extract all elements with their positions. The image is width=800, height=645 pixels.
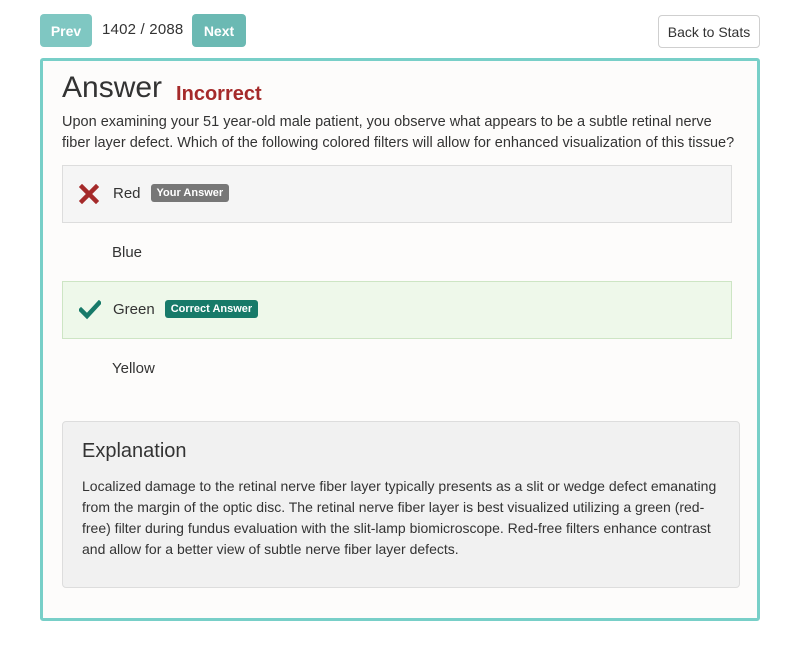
option-label: Red Your Answer [113,184,230,203]
navigation-toolbar: Prev 1402 / 2088 Next Back to Stats [40,14,760,48]
option-label: Green Correct Answer [113,300,259,319]
result-status: Incorrect [176,83,262,105]
option-green[interactable]: Green Correct Answer [62,281,732,339]
page-title: Answer [62,71,163,104]
prev-button[interactable]: Prev [40,14,92,47]
option-text: Green [113,300,155,318]
option-text: Blue [112,243,143,261]
option-label: Yellow [112,360,155,377]
explanation-text: Localized damage to the retinal nerve fi… [82,478,717,557]
explanation-panel: Explanation Localized damage to the reti… [62,421,740,588]
option-text: Yellow [112,359,155,377]
question-counter: 1402 / 2088 [102,21,184,38]
option-blue[interactable]: Blue [62,223,732,281]
option-label: Blue [112,244,142,261]
title-row: Answer Incorrect [62,71,262,105]
answer-options: Red Your Answer Blue Green Correct Answer … [62,165,732,397]
question-text: Upon examining your 51 year-old male pat… [62,114,735,151]
correct-answer-badge: Correct Answer [164,300,259,319]
next-button[interactable]: Next [192,14,246,47]
option-yellow[interactable]: Yellow [62,339,732,397]
answer-card: Answer Incorrect Upon examining your 51 … [40,58,760,621]
back-to-stats-button[interactable]: Back to Stats [658,15,760,48]
explanation-title: Explanation [82,440,187,462]
x-icon [78,183,100,205]
your-answer-badge: Your Answer [150,184,230,203]
check-icon [77,299,103,320]
option-red[interactable]: Red Your Answer [62,165,732,223]
option-text: Red [113,184,141,202]
